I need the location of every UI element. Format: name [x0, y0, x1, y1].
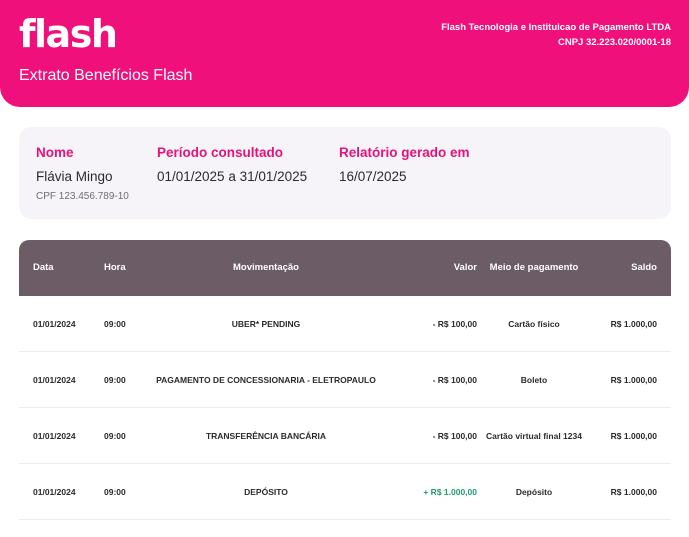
row-payment-method: Cartão virtual final 1234 [486, 431, 582, 441]
row-payment-method: Cartão físico [508, 319, 560, 329]
row-date: 01/01/2024 [33, 375, 76, 385]
table-header: Data Hora Movimentação Valor Meio de pag… [19, 240, 671, 296]
company-info: Flash Tecnologia e Instituicao de Pagame… [441, 20, 671, 50]
name-label: Nome [36, 145, 74, 160]
transactions-table: Data Hora Movimentação Valor Meio de pag… [19, 240, 671, 520]
row-amount: - R$ 100,00 [432, 319, 477, 329]
column-header-valor: Valor [453, 262, 477, 273]
row-time: 09:00 [104, 431, 126, 441]
table-row: 01/01/2024 09:00 TRANSFERÊNCIA BANCÁRIA … [19, 408, 671, 464]
page-header: flash Extrato Benefícios Flash Flash Tec… [0, 0, 689, 107]
row-description: UBER* PENDING [231, 319, 301, 329]
row-payment-method: Boleto [520, 375, 548, 385]
period-section: Período consultado 01/01/2025 a 31/01/20… [157, 145, 307, 185]
row-balance: R$ 1.000,00 [610, 487, 657, 497]
company-cnpj: CNPJ 32.223.020/0001-18 [557, 37, 671, 48]
row-time: 09:00 [104, 487, 126, 497]
row-balance: R$ 1.000,00 [610, 431, 657, 441]
row-date: 01/01/2024 [33, 431, 76, 441]
row-date: 01/01/2024 [33, 319, 76, 329]
table-row: 01/01/2024 09:00 UBER* PENDING - R$ 100,… [19, 296, 671, 352]
period-value: 01/01/2025 a 31/01/2025 [157, 169, 308, 184]
row-description: TRANSFERÊNCIA BANCÁRIA [205, 431, 327, 441]
period-label: Período consultado [157, 145, 284, 160]
row-amount: + R$ 1.000,00 [423, 487, 477, 497]
row-time: 09:00 [104, 319, 126, 329]
row-date: 01/01/2024 [33, 487, 76, 497]
row-time: 09:00 [104, 375, 126, 385]
statement-info-card: Nome Flávia Mingo CPF 123.456.789-10 Per… [19, 127, 671, 219]
generated-value: 16/07/2025 [339, 169, 407, 184]
name-section: Nome Flávia Mingo CPF 123.456.789-10 [36, 145, 129, 203]
row-balance: R$ 1.000,00 [610, 375, 657, 385]
column-header-data: Data [33, 262, 54, 273]
company-name: Flash Tecnologia e Instituicao de Pagame… [441, 22, 671, 33]
flash-logo: flash [19, 12, 118, 56]
name-value: Flávia Mingo [36, 169, 113, 184]
column-header-movimentacao: Movimentação [233, 262, 299, 273]
row-description: PAGAMENTO DE CONCESSIONARIA - ELETROPAUL… [156, 375, 376, 385]
cpf-value: CPF 123.456.789-10 [36, 191, 129, 202]
page-title: Extrato Benefícios Flash [19, 67, 193, 84]
column-header-hora: Hora [104, 262, 126, 273]
table-row: 01/01/2024 09:00 DEPÓSITO + R$ 1.000,00 … [19, 464, 671, 520]
row-payment-method: Depósito [515, 487, 553, 497]
generated-label: Relatório gerado em [339, 145, 470, 160]
generated-section: Relatório gerado em 16/07/2025 [339, 145, 470, 185]
column-header-saldo: Saldo [631, 262, 657, 273]
column-header-meio-de-pagamento: Meio de pagamento [489, 262, 579, 273]
row-amount: - R$ 100,00 [432, 431, 477, 441]
row-amount: - R$ 100,00 [432, 375, 477, 385]
row-balance: R$ 1.000,00 [610, 319, 657, 329]
row-description: DEPÓSITO [244, 487, 288, 497]
table-row: 01/01/2024 09:00 PAGAMENTO DE CONCESSION… [19, 352, 671, 408]
